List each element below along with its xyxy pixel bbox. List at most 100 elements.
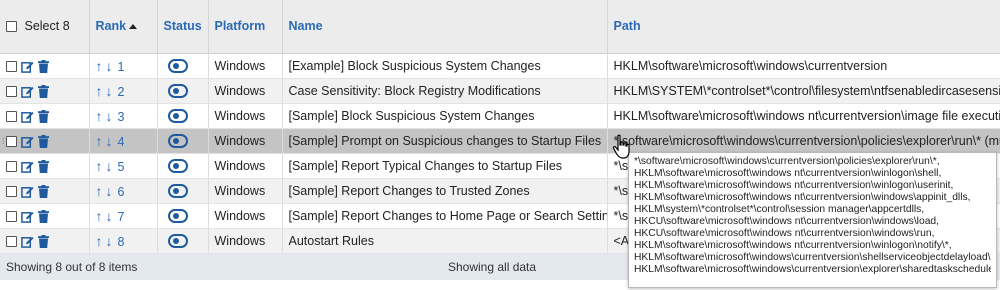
arrow-up-icon[interactable]: ↑	[96, 183, 103, 199]
row-select-cell	[0, 153, 90, 179]
edit-icon[interactable]	[21, 235, 34, 248]
name-cell: [Example] Block Suspicious System Change…	[282, 53, 608, 79]
toggle-icon[interactable]	[167, 108, 188, 123]
trash-icon[interactable]	[38, 209, 49, 223]
edit-icon[interactable]	[21, 60, 34, 73]
edit-icon[interactable]	[21, 110, 34, 123]
arrow-down-icon[interactable]: ↓	[106, 183, 113, 199]
name-column-header[interactable]: Name	[282, 0, 608, 54]
rank-cell: ↑ ↓ 4	[89, 128, 158, 154]
tooltip-line: HKLM\software\microsoft\windows\currentv…	[634, 252, 991, 263]
row-checkbox[interactable]	[6, 60, 17, 72]
trash-icon[interactable]	[38, 84, 49, 98]
select-all-checkbox[interactable]	[6, 21, 17, 33]
name-cell: [Sample] Report Changes to Home Page or …	[282, 203, 608, 229]
path-text: *\s	[613, 158, 629, 173]
edit-icon[interactable]	[21, 185, 34, 198]
items-count-text: Showing 8 out of 8 items	[6, 259, 138, 274]
arrow-down-icon[interactable]: ↓	[106, 233, 113, 249]
arrow-down-icon[interactable]: ↓	[106, 83, 113, 99]
row-checkbox[interactable]	[6, 85, 17, 97]
arrow-up-icon[interactable]: ↑	[96, 108, 103, 124]
platform-column-header[interactable]: Platform	[208, 0, 283, 54]
arrow-up-icon[interactable]: ↑	[96, 233, 103, 249]
rule-name: Case Sensitivity: Block Registry Modific…	[288, 83, 541, 98]
trash-icon[interactable]	[38, 59, 49, 73]
edit-icon[interactable]	[21, 135, 34, 148]
arrow-up-icon[interactable]: ↑	[96, 133, 103, 149]
table-row[interactable]: ↑ ↓ 3 Windows [Sample] Block Suspicious Syst…	[0, 103, 1000, 129]
trash-icon[interactable]	[38, 134, 49, 148]
name-cell: [Sample] Prompt on Suspicious changes to…	[282, 128, 608, 154]
status-column-header[interactable]: Status	[157, 0, 209, 54]
edit-icon[interactable]	[21, 210, 34, 223]
row-checkbox[interactable]	[6, 135, 17, 147]
tooltip-line: HKLM\software\microsoft\windows nt\curre…	[634, 180, 954, 191]
select-all-label: Select 8	[24, 19, 70, 34]
row-checkbox[interactable]	[6, 160, 17, 172]
arrow-up-icon[interactable]: ↑	[96, 158, 103, 174]
toggle-icon[interactable]	[167, 233, 188, 248]
arrow-up-icon[interactable]: ↑	[96, 208, 103, 224]
arrow-up-icon[interactable]: ↑	[96, 58, 103, 74]
trash-icon[interactable]	[38, 184, 49, 198]
tooltip-line: HKCU\software\microsoft\windows nt\curre…	[634, 216, 940, 227]
toggle-icon[interactable]	[167, 183, 188, 198]
row-checkbox[interactable]	[6, 110, 17, 122]
trash-icon[interactable]	[38, 234, 49, 248]
edit-icon[interactable]	[21, 160, 34, 173]
path-cell[interactable]: HKLM\software\microsoft\windows nt\curre…	[607, 103, 1000, 129]
edit-icon[interactable]	[21, 85, 34, 98]
path-cell[interactable]: HKLM\software\microsoft\windows\currentv…	[607, 53, 1000, 79]
path-column-header[interactable]: Path	[607, 0, 1000, 54]
platform-cell: Windows	[208, 228, 283, 254]
platform-cell: Windows	[208, 128, 283, 154]
path-cell[interactable]: HKLM\SYSTEM\*controlset*\control\filesys…	[607, 78, 1000, 104]
arrow-down-icon[interactable]: ↓	[106, 108, 113, 124]
row-checkbox[interactable]	[6, 185, 17, 197]
rank-number: 4	[117, 134, 125, 149]
rank-number: 5	[117, 159, 125, 174]
rank-number: 6	[117, 184, 125, 199]
status-cell	[157, 178, 209, 204]
row-checkbox[interactable]	[6, 210, 17, 222]
tooltip-line: HKLM\software\microsoft\windows\currentv…	[634, 264, 991, 275]
select-all-header[interactable]: Select 8	[0, 0, 90, 54]
rank-column-header[interactable]: Rank	[89, 0, 158, 54]
table-row[interactable]: ↑ ↓ 1 Windows [Example] Block Suspicious Sys…	[0, 53, 1000, 79]
rule-name: [Example] Block Suspicious System Change…	[288, 58, 541, 73]
pointer-cursor-icon	[612, 134, 630, 159]
toggle-icon[interactable]	[167, 208, 188, 223]
table-header-row: Select 8 Rank Status Platform Name Path	[0, 0, 1000, 54]
toggle-icon[interactable]	[167, 158, 188, 173]
arrow-up-icon[interactable]: ↑	[96, 83, 103, 99]
status-cell	[157, 203, 209, 229]
toggle-icon[interactable]	[167, 133, 188, 148]
rank-cell: ↑ ↓ 1	[89, 53, 158, 79]
path-cell[interactable]: *\software\microsoft\windows\currentvers…	[607, 128, 1000, 154]
name-cell: Case Sensitivity: Block Registry Modific…	[282, 78, 608, 104]
arrow-down-icon[interactable]: ↓	[106, 133, 113, 149]
platform-text: Windows	[214, 133, 266, 148]
path-text: HKLM\software\microsoft\windows\currentv…	[613, 58, 888, 73]
arrow-down-icon[interactable]: ↓	[106, 158, 113, 174]
table-row[interactable]: ↑ ↓ 2 Windows Case Sensitivity: Block Regist…	[0, 78, 1000, 104]
arrow-down-icon[interactable]: ↓	[106, 58, 113, 74]
row-checkbox[interactable]	[6, 235, 17, 247]
toggle-icon[interactable]	[167, 83, 188, 98]
toggle-icon[interactable]	[167, 58, 188, 73]
trash-icon[interactable]	[38, 159, 49, 173]
platform-cell: Windows	[208, 103, 283, 129]
rank-number: 2	[117, 84, 125, 99]
rule-name: [Sample] Report Typical Changes to Start…	[288, 158, 563, 173]
rank-cell: ↑ ↓ 6	[89, 178, 158, 204]
tooltip-line: HKLM\software\microsoft\windows nt\curre…	[634, 240, 952, 251]
rank-cell: ↑ ↓ 7	[89, 203, 158, 229]
table-row[interactable]: ⁞ ↑ ↓ 4 Windows [Sample] Prompt on Suspicious…	[0, 128, 1000, 154]
arrow-down-icon[interactable]: ↓	[106, 208, 113, 224]
footer-left: Showing 8 out of 8 items	[0, 253, 282, 280]
row-select-cell	[0, 228, 90, 254]
trash-icon[interactable]	[38, 109, 49, 123]
tooltip-line: *\software\microsoft\windows\currentvers…	[634, 156, 940, 167]
platform-text: Windows	[214, 58, 266, 73]
